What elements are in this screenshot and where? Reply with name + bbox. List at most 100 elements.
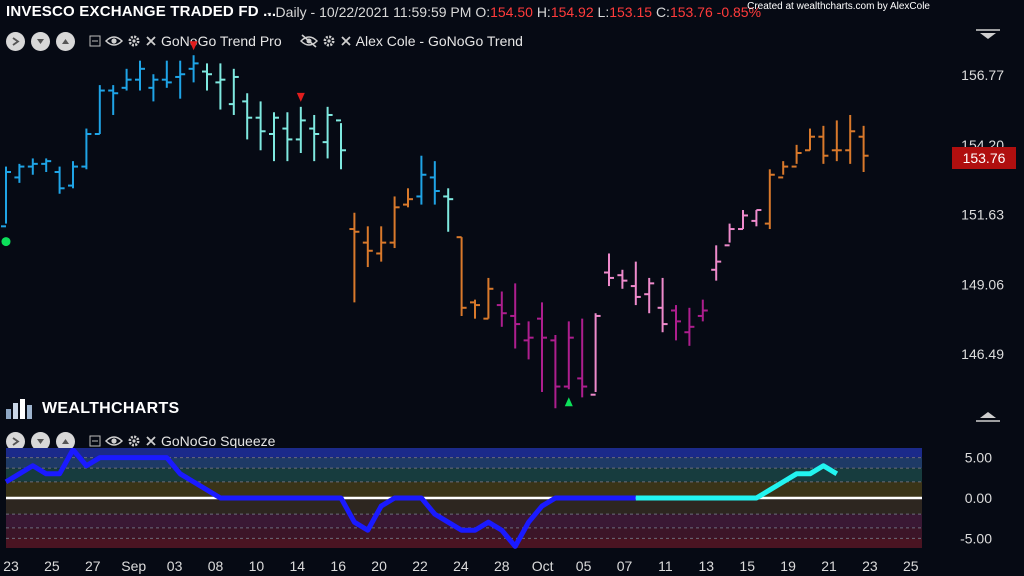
ohlc-bar: [27, 158, 38, 175]
ohlc-bar: [617, 269, 628, 289]
x-axis-date-label: 25: [903, 558, 919, 574]
ohlc-bar: [81, 128, 92, 170]
x-axis-date-label: 05: [576, 558, 592, 574]
ohlc-bar: [563, 321, 574, 390]
ohlc-bar: [336, 119, 346, 170]
ohlc-bar: [94, 85, 105, 135]
ohlc-bar: [295, 106, 306, 153]
ohlc-bar: [54, 166, 65, 194]
ohlc-bar: [697, 299, 708, 322]
ohlc-bar: [764, 169, 775, 230]
symbol-title[interactable]: INVESCO EXCHANGE TRADED FD ...: [6, 3, 276, 20]
ohlc-bar: [322, 106, 333, 159]
ohlc-bar: [831, 120, 842, 162]
ohlc-bar: [269, 112, 279, 162]
high-value: 154.92: [550, 4, 594, 20]
y-tick-label: 151.63: [961, 207, 1004, 223]
open-label: O:: [475, 4, 491, 20]
ohlc-bar: [282, 112, 293, 162]
ohlc-bar: [188, 55, 199, 83]
x-axis-date-label: Oct: [532, 558, 554, 574]
eye-icon[interactable]: [105, 435, 123, 447]
x-axis-date-label: 14: [290, 558, 306, 574]
ohlc-bar: [443, 188, 454, 232]
ohlc-bar: [711, 245, 722, 281]
ohlc-bar: [362, 226, 373, 268]
ohlc-bar: [483, 277, 494, 320]
ohlc-bar: [630, 261, 641, 306]
y-tick-label: 149.06: [961, 276, 1004, 292]
ohlc-bar: [470, 299, 480, 319]
squeeze-y-tick-label: 0.00: [965, 490, 992, 506]
y-tick-label: 146.49: [961, 346, 1004, 362]
x-axis-date-label: 21: [821, 558, 837, 574]
last-price-label: 153.76: [952, 147, 1016, 169]
scale-collapse-bottom-icon[interactable]: [976, 412, 1000, 422]
ohlc-bar: [228, 68, 239, 115]
scale-collapse-top-icon[interactable]: [976, 29, 1000, 39]
ohlc-bar: [175, 60, 186, 99]
ohlc-bar: [108, 85, 119, 115]
x-axis-date-label: 16: [330, 558, 346, 574]
chart-header: INVESCO EXCHANGE TRADED FD ... - Daily -…: [0, 0, 1024, 24]
ohlc-bar: [215, 63, 226, 110]
x-axis-date-label: 23: [862, 558, 878, 574]
close-icon[interactable]: [145, 435, 157, 447]
ohlc-bar: [845, 114, 856, 164]
ohlc-bar: [121, 68, 132, 91]
ohlc-bar: [537, 302, 547, 392]
ohlc-bar: [684, 307, 695, 346]
ohlc-bar: [456, 236, 467, 316]
ohlc-bar: [41, 158, 52, 173]
buy-signal-marker: [564, 397, 573, 407]
ohlc-bar: [148, 74, 159, 102]
ohlc-bar: [604, 253, 614, 287]
indicator-label-squeeze[interactable]: GoNoGo Squeeze: [161, 433, 275, 449]
close-label: C:: [655, 4, 670, 20]
x-axis-date-label: 11: [658, 558, 673, 574]
sell-signal-marker: [296, 92, 305, 102]
ohlc-bar: [577, 318, 588, 398]
collapse-icon[interactable]: [89, 435, 101, 447]
x-axis-date-label: 07: [617, 558, 633, 574]
ohlc-bar: [510, 283, 521, 349]
squeeze-chart[interactable]: 5.00 0.00 -5.00 23 25 27 Sep 03 08 10 14 16 20 22 24 2…: [0, 448, 1024, 576]
ohlc-bar: [403, 188, 413, 208]
x-axis-date-label: 08: [208, 558, 224, 574]
price-chart[interactable]: 156.77154.20151.63149.06146.49: [0, 24, 1024, 430]
x-axis-date-label: 28: [494, 558, 510, 574]
credit-text: Created at wealthcharts.com by AlexCole: [747, 1, 930, 12]
ohlc-bar: [778, 161, 789, 179]
squeeze-y-tick-label: -5.00: [960, 530, 992, 546]
x-axis-date-label: 22: [412, 558, 428, 574]
low-value: 153.15: [609, 4, 653, 20]
ohlc-bar: [429, 161, 440, 205]
x-axis-date-label: 23: [3, 558, 19, 574]
ohlc-bar: [68, 161, 78, 189]
ohlc-bar: [202, 63, 212, 91]
ohlc-bar: [161, 60, 172, 88]
x-axis-date-label: 15: [739, 558, 755, 574]
ohlc-bar: [349, 212, 360, 303]
ohlc-readout: - Daily - 10/22/2021 11:59:59 PM O:154.5…: [267, 4, 761, 20]
ohlc-bar: [724, 223, 735, 247]
squeeze-band: [6, 498, 922, 515]
ohlc-bar: [657, 277, 668, 333]
close-value: 153.76: [669, 4, 713, 20]
ohlc-bar: [255, 101, 266, 151]
ohlc-bar: [751, 209, 762, 227]
ohlc-bar: [135, 60, 145, 91]
high-label: H:: [536, 4, 551, 20]
ohlc-bar: [805, 128, 815, 152]
ohlc-bar: [1, 166, 11, 228]
ohlc-bar: [671, 305, 681, 341]
ohlc-bar: [242, 93, 253, 140]
ohlc-bar: [376, 226, 387, 262]
gear-icon[interactable]: [127, 434, 141, 448]
ohlc-bar: [644, 277, 655, 314]
squeeze-band: [6, 481, 922, 498]
ohlc-bar: [496, 291, 507, 327]
x-axis-date-label: Sep: [121, 558, 146, 574]
x-axis-date-label: 19: [780, 558, 796, 574]
open-value: 154.50: [490, 4, 533, 20]
